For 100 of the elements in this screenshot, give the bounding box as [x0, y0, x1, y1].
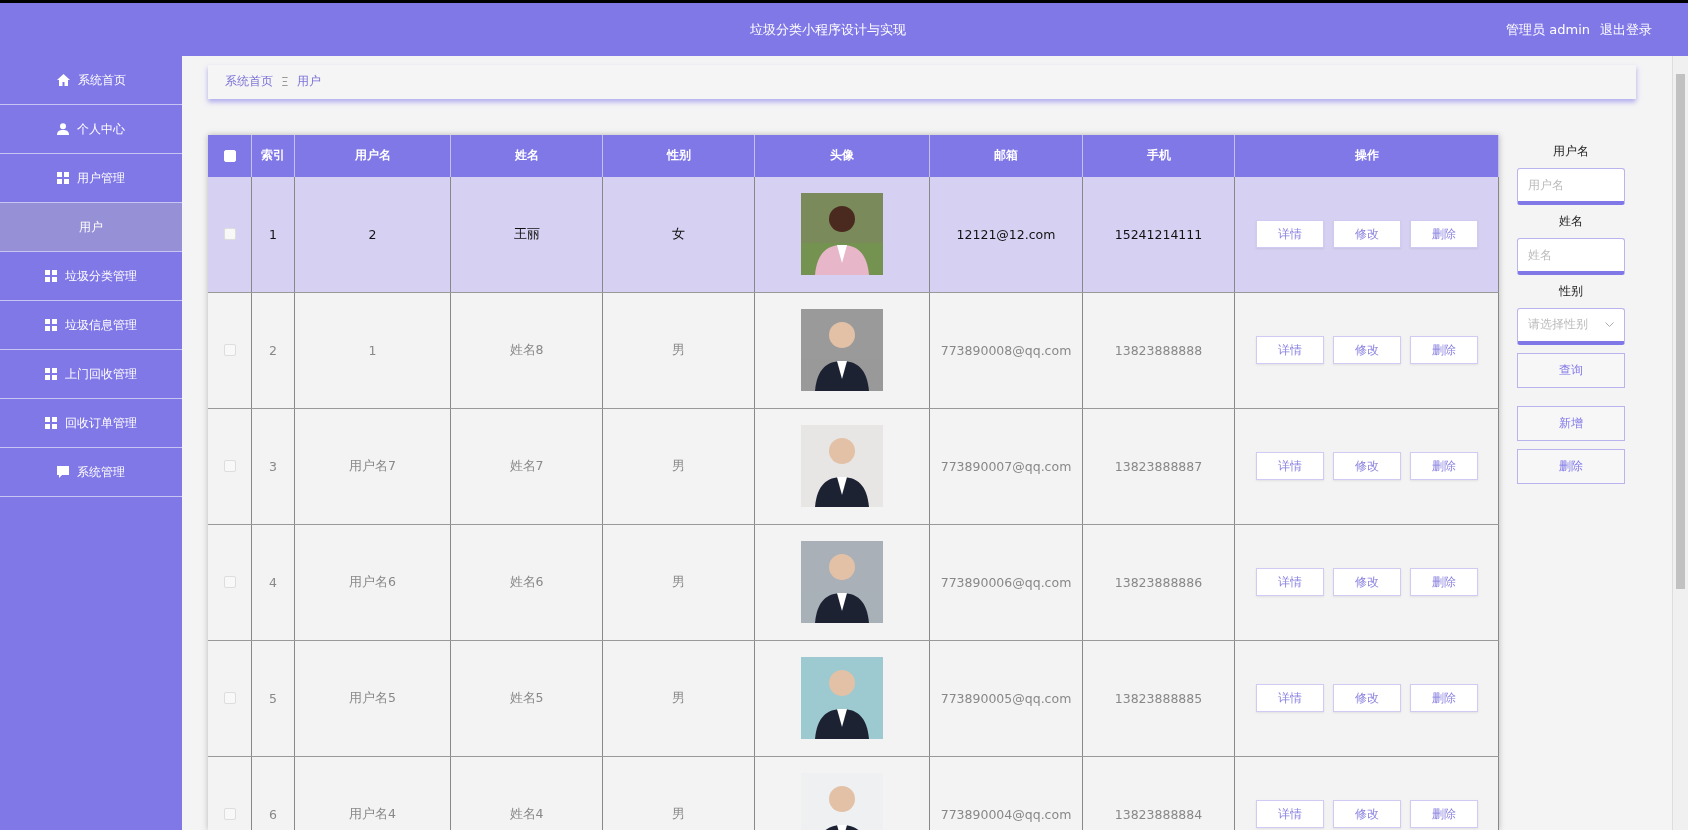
- table-cell: 773890008@qq.com: [930, 292, 1083, 408]
- column-header: 头像: [755, 134, 930, 177]
- table-cell: 用户名4: [295, 756, 451, 830]
- table-cell: 13823888886: [1083, 524, 1235, 640]
- input-field[interactable]: 姓名: [1517, 237, 1625, 275]
- table-cell: 用户名7: [295, 408, 451, 524]
- action-button[interactable]: 删除: [1409, 800, 1478, 829]
- table-cell: 男: [603, 756, 755, 830]
- action-button[interactable]: 详情: [1255, 568, 1324, 597]
- action-button[interactable]: 修改: [1332, 220, 1401, 249]
- gender-select[interactable]: 请选择性别: [1517, 307, 1625, 345]
- action-button[interactable]: 删除: [1409, 452, 1478, 481]
- breadcrumb-link[interactable]: 系统首页: [225, 73, 273, 91]
- column-header: 性别: [603, 134, 755, 177]
- sidebar-label: 系统管理: [77, 463, 125, 481]
- user-role: 管理员 admin: [1506, 20, 1590, 39]
- action-button[interactable]: 详情: [1255, 800, 1324, 829]
- table-cell: 2: [252, 292, 295, 408]
- action-button[interactable]: 修改: [1332, 452, 1401, 481]
- sidebar-label: 上门回收管理: [65, 365, 137, 383]
- action-button[interactable]: 修改: [1332, 568, 1401, 597]
- table-cell: 6: [252, 756, 295, 830]
- table-cell: 姓名4: [451, 756, 603, 830]
- action-button[interactable]: 删除: [1409, 220, 1478, 249]
- sidebar-item[interactable]: 用户: [0, 203, 182, 252]
- table-cell: 1: [295, 292, 451, 408]
- table-cell: 姓名7: [451, 408, 603, 524]
- grid-icon: [45, 368, 57, 380]
- table-cell: 男: [603, 292, 755, 408]
- action-button[interactable]: 修改: [1332, 800, 1401, 829]
- action-button[interactable]: 删除: [1409, 568, 1478, 597]
- table-cell: 女: [603, 176, 755, 292]
- sidebar-label: 用户: [79, 218, 103, 236]
- field-label: 性别: [1559, 282, 1583, 300]
- row-checkbox[interactable]: [223, 228, 236, 241]
- table-row[interactable]: 2 1 姓名8 男 773890008@qq.com 13823888888 详情 修改 删除: [208, 292, 1499, 409]
- action-button[interactable]: 详情: [1255, 336, 1324, 365]
- chat-icon: [57, 466, 69, 478]
- table-cell: 男: [603, 524, 755, 640]
- table-cell: 男: [603, 408, 755, 524]
- query-button[interactable]: 查询: [1517, 352, 1625, 388]
- table-cell: 12121@12.com: [930, 176, 1083, 292]
- table-cell: 男: [603, 640, 755, 756]
- breadcrumb-separator: Ξ: [281, 74, 289, 89]
- column-header: 索引: [252, 134, 295, 177]
- action-button[interactable]: 详情: [1255, 684, 1324, 713]
- row-checkbox[interactable]: [223, 808, 236, 821]
- table-cell: 用户名6: [295, 524, 451, 640]
- column-header: 操作: [1235, 134, 1499, 177]
- row-checkbox[interactable]: [223, 576, 236, 589]
- sidebar-label: 回收订单管理: [65, 414, 137, 432]
- panel-button[interactable]: 删除: [1517, 448, 1625, 484]
- breadcrumb-current: 用户: [296, 73, 321, 91]
- user-icon: [57, 123, 69, 135]
- logout-link[interactable]: 退出登录: [1600, 20, 1652, 39]
- table-cell: 13823888887: [1083, 408, 1235, 524]
- sidebar-label: 用户管理: [77, 169, 125, 187]
- table-row[interactable]: 4 用户名6 姓名6 男 773890006@qq.com 13823888886 详情 修改 删除: [208, 524, 1499, 641]
- table-cell: 2: [295, 176, 451, 292]
- sidebar-label: 个人中心: [77, 120, 125, 138]
- table-cell: 5: [252, 640, 295, 756]
- table-cell: 用户名5: [295, 640, 451, 756]
- table-row[interactable]: 3 用户名7 姓名7 男 773890007@qq.com 13823888887 详情 修改 删除: [208, 408, 1499, 525]
- table-cell: 13823888888: [1083, 292, 1235, 408]
- row-checkbox[interactable]: [223, 344, 236, 357]
- scrollbar[interactable]: [1672, 56, 1688, 830]
- table-cell: 王丽: [451, 176, 603, 292]
- table-cell: 15241214111: [1083, 176, 1235, 292]
- home-icon: [56, 74, 70, 86]
- panel-button[interactable]: 新增: [1517, 405, 1625, 441]
- action-button[interactable]: 修改: [1332, 336, 1401, 365]
- action-button[interactable]: 删除: [1409, 336, 1478, 365]
- row-checkbox[interactable]: [223, 460, 236, 473]
- column-header: 手机: [1083, 134, 1235, 177]
- field-label: 用户名: [1553, 142, 1589, 160]
- action-button[interactable]: 删除: [1409, 684, 1478, 713]
- table-row[interactable]: 6 用户名4 姓名4 男 773890004@qq.com 13823888884 详情 修改 删除: [208, 756, 1499, 830]
- table-cell: 13823888885: [1083, 640, 1235, 756]
- action-button[interactable]: 详情: [1255, 220, 1324, 249]
- column-header: 姓名: [451, 134, 603, 177]
- select-all-checkbox[interactable]: [223, 149, 236, 162]
- sidebar-label: 系统首页: [77, 71, 126, 89]
- table-cell: 773890007@qq.com: [930, 408, 1083, 524]
- table-row[interactable]: 1 2 王丽 女 12121@12.com 15241214111 详情 修改 删除: [208, 176, 1499, 293]
- action-button[interactable]: 详情: [1255, 452, 1324, 481]
- grid-icon: [45, 270, 57, 282]
- table-cell: 773890006@qq.com: [930, 524, 1083, 640]
- sidebar-label: 垃圾信息管理: [65, 316, 137, 334]
- action-button[interactable]: 修改: [1332, 684, 1401, 713]
- table-row[interactable]: 5 用户名5 姓名5 男 773890005@qq.com 13823888885 详情 修改 删除: [208, 640, 1499, 757]
- row-checkbox[interactable]: [223, 692, 236, 705]
- table-cell: 姓名6: [451, 524, 603, 640]
- table-cell: 姓名5: [451, 640, 603, 756]
- grid-icon: [45, 319, 57, 331]
- input-field[interactable]: 用户名: [1517, 167, 1625, 205]
- column-header: 用户名: [295, 134, 451, 177]
- table-cell: 1: [252, 176, 295, 292]
- chevron-down-icon: [1605, 321, 1614, 328]
- sidebar-label: 垃圾分类管理: [65, 267, 137, 285]
- table-cell: 姓名8: [451, 292, 603, 408]
